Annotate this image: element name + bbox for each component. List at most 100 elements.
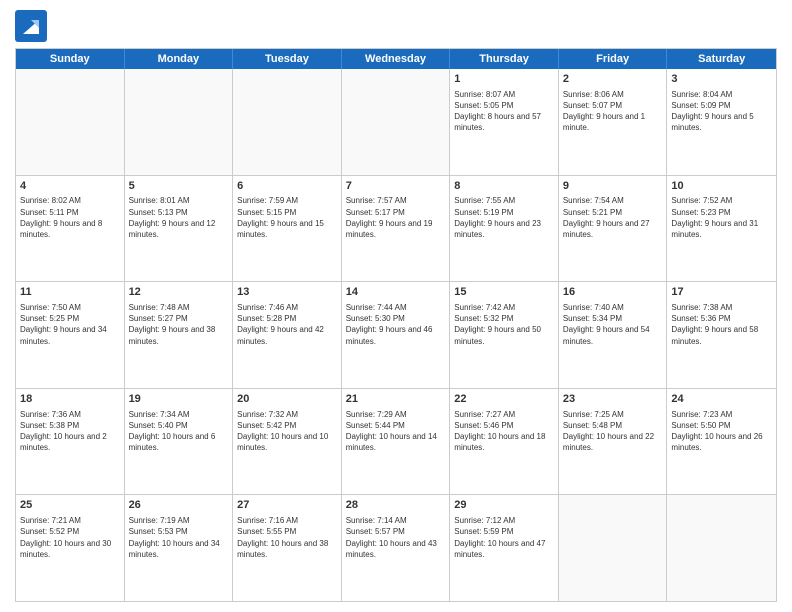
- cell-info: Sunrise: 7:19 AM Sunset: 5:53 PM Dayligh…: [129, 515, 229, 560]
- calendar-week-5: 25 Sunrise: 7:21 AM Sunset: 5:52 PM Dayli…: [16, 495, 776, 601]
- weekday-header: Monday: [125, 49, 234, 69]
- calendar-week-3: 11 Sunrise: 7:50 AM Sunset: 5:25 PM Dayli…: [16, 282, 776, 389]
- calendar-cell: 4Sunrise: 8:02 AM Sunset: 5:11 PM Daylig…: [16, 176, 125, 282]
- cell-info: Sunrise: 8:07 AM Sunset: 5:05 PM Dayligh…: [454, 89, 554, 134]
- calendar-cell: 10Sunrise: 7:52 AM Sunset: 5:23 PM Dayli…: [667, 176, 776, 282]
- cell-info: Sunrise: 7:38 AM Sunset: 5:36 PM Dayligh…: [671, 302, 772, 347]
- calendar-cell: 16 Sunrise: 7:40 AM Sunset: 5:34 PM Dayli…: [559, 282, 668, 388]
- calendar-cell: 7Sunrise: 7:57 AM Sunset: 5:17 PM Daylig…: [342, 176, 451, 282]
- cell-info: Sunrise: 7:25 AM Sunset: 5:48 PM Dayligh…: [563, 409, 663, 454]
- cell-day-number: 21: [346, 392, 446, 407]
- cell-info: Sunrise: 7:46 AM Sunset: 5:28 PM Dayligh…: [237, 302, 337, 347]
- cell-day-number: 1: [454, 72, 554, 87]
- calendar-cell: 27Sunrise: 7:16 AM Sunset: 5:55 PM Dayli…: [233, 495, 342, 601]
- cell-day-number: 9: [563, 179, 663, 194]
- cell-info: Sunrise: 7:55 AM Sunset: 5:19 PM Dayligh…: [454, 195, 554, 240]
- cell-info: Sunrise: 7:52 AM Sunset: 5:23 PM Dayligh…: [671, 195, 772, 240]
- cell-info: Sunrise: 7:40 AM Sunset: 5:34 PM Dayligh…: [563, 302, 663, 347]
- cell-day-number: 7: [346, 179, 446, 194]
- cell-info: Sunrise: 7:42 AM Sunset: 5:32 PM Dayligh…: [454, 302, 554, 347]
- cell-day-number: 6: [237, 179, 337, 194]
- cell-info: Sunrise: 7:50 AM Sunset: 5:25 PM Dayligh…: [20, 302, 120, 347]
- cell-day-number: 22: [454, 392, 554, 407]
- calendar-cell: 9Sunrise: 7:54 AM Sunset: 5:21 PM Daylig…: [559, 176, 668, 282]
- cell-day-number: 24: [671, 392, 772, 407]
- weekday-header: Tuesday: [233, 49, 342, 69]
- calendar-cell: 8Sunrise: 7:55 AM Sunset: 5:19 PM Daylig…: [450, 176, 559, 282]
- cell-info: Sunrise: 7:54 AM Sunset: 5:21 PM Dayligh…: [563, 195, 663, 240]
- cell-info: Sunrise: 7:14 AM Sunset: 5:57 PM Dayligh…: [346, 515, 446, 560]
- cell-day-number: 11: [20, 285, 120, 300]
- calendar-cell: 13 Sunrise: 7:46 AM Sunset: 5:28 PM Dayli…: [233, 282, 342, 388]
- calendar-cell: 6Sunrise: 7:59 AM Sunset: 5:15 PM Daylig…: [233, 176, 342, 282]
- header: [15, 10, 777, 42]
- calendar-cell: [16, 69, 125, 175]
- cell-info: Sunrise: 8:06 AM Sunset: 5:07 PM Dayligh…: [563, 89, 663, 134]
- cell-day-number: 16: [563, 285, 663, 300]
- calendar-cell: 12 Sunrise: 7:48 AM Sunset: 5:27 PM Dayli…: [125, 282, 234, 388]
- calendar-week-2: 4Sunrise: 8:02 AM Sunset: 5:11 PM Daylig…: [16, 176, 776, 283]
- calendar-cell: [667, 495, 776, 601]
- cell-info: Sunrise: 7:59 AM Sunset: 5:15 PM Dayligh…: [237, 195, 337, 240]
- cell-day-number: 8: [454, 179, 554, 194]
- cell-day-number: 19: [129, 392, 229, 407]
- cell-day-number: 13: [237, 285, 337, 300]
- calendar-cell: 19 Sunrise: 7:34 AM Sunset: 5:40 PM Dayli…: [125, 389, 234, 495]
- calendar-cell: 24 Sunrise: 7:23 AM Sunset: 5:50 PM Dayli…: [667, 389, 776, 495]
- cell-day-number: 29: [454, 498, 554, 513]
- cell-day-number: 26: [129, 498, 229, 513]
- calendar-cell: 11 Sunrise: 7:50 AM Sunset: 5:25 PM Dayli…: [16, 282, 125, 388]
- calendar-cell: [559, 495, 668, 601]
- calendar-cell: 3Sunrise: 8:04 AM Sunset: 5:09 PM Daylig…: [667, 69, 776, 175]
- calendar-cell: 25 Sunrise: 7:21 AM Sunset: 5:52 PM Dayli…: [16, 495, 125, 601]
- calendar-week-4: 18Sunrise: 7:36 AM Sunset: 5:38 PM Dayli…: [16, 389, 776, 496]
- calendar-cell: 14 Sunrise: 7:44 AM Sunset: 5:30 PM Dayli…: [342, 282, 451, 388]
- cell-day-number: 14: [346, 285, 446, 300]
- cell-day-number: 2: [563, 72, 663, 87]
- cell-info: Sunrise: 8:02 AM Sunset: 5:11 PM Dayligh…: [20, 195, 120, 240]
- calendar-cell: 22Sunrise: 7:27 AM Sunset: 5:46 PM Dayli…: [450, 389, 559, 495]
- cell-day-number: 10: [671, 179, 772, 194]
- cell-day-number: 5: [129, 179, 229, 194]
- cell-day-number: 23: [563, 392, 663, 407]
- calendar-cell: 29Sunrise: 7:12 AM Sunset: 5:59 PM Dayli…: [450, 495, 559, 601]
- weekday-header: Thursday: [450, 49, 559, 69]
- calendar-cell: 28 Sunrise: 7:14 AM Sunset: 5:57 PM Dayli…: [342, 495, 451, 601]
- cell-day-number: 20: [237, 392, 337, 407]
- cell-info: Sunrise: 7:44 AM Sunset: 5:30 PM Dayligh…: [346, 302, 446, 347]
- weekday-header: Wednesday: [342, 49, 451, 69]
- weekday-header: Friday: [559, 49, 668, 69]
- cell-day-number: 17: [671, 285, 772, 300]
- calendar-cell: 18Sunrise: 7:36 AM Sunset: 5:38 PM Dayli…: [16, 389, 125, 495]
- cell-day-number: 27: [237, 498, 337, 513]
- calendar-cell: 23 Sunrise: 7:25 AM Sunset: 5:48 PM Dayli…: [559, 389, 668, 495]
- cell-info: Sunrise: 7:48 AM Sunset: 5:27 PM Dayligh…: [129, 302, 229, 347]
- calendar-cell: 2 Sunrise: 8:06 AM Sunset: 5:07 PM Daylig…: [559, 69, 668, 175]
- calendar-body: 1 Sunrise: 8:07 AM Sunset: 5:05 PM Daylig…: [16, 69, 776, 601]
- weekday-header: Sunday: [16, 49, 125, 69]
- cell-day-number: 4: [20, 179, 120, 194]
- calendar-cell: 17 Sunrise: 7:38 AM Sunset: 5:36 PM Dayli…: [667, 282, 776, 388]
- calendar-cell: [342, 69, 451, 175]
- calendar-cell: 5Sunrise: 8:01 AM Sunset: 5:13 PM Daylig…: [125, 176, 234, 282]
- calendar-cell: 26 Sunrise: 7:19 AM Sunset: 5:53 PM Dayli…: [125, 495, 234, 601]
- logo-text: [15, 10, 49, 42]
- cell-day-number: 25: [20, 498, 120, 513]
- cell-info: Sunrise: 7:21 AM Sunset: 5:52 PM Dayligh…: [20, 515, 120, 560]
- cell-info: Sunrise: 7:32 AM Sunset: 5:42 PM Dayligh…: [237, 409, 337, 454]
- cell-day-number: 28: [346, 498, 446, 513]
- cell-info: Sunrise: 7:34 AM Sunset: 5:40 PM Dayligh…: [129, 409, 229, 454]
- logo-icon: [15, 10, 47, 42]
- logo: [15, 10, 49, 42]
- calendar-container: SundayMondayTuesdayWednesdayThursdayFrid…: [0, 0, 792, 612]
- cell-info: Sunrise: 8:04 AM Sunset: 5:09 PM Dayligh…: [671, 89, 772, 134]
- calendar-cell: 15Sunrise: 7:42 AM Sunset: 5:32 PM Dayli…: [450, 282, 559, 388]
- cell-info: Sunrise: 8:01 AM Sunset: 5:13 PM Dayligh…: [129, 195, 229, 240]
- calendar-cell: 1 Sunrise: 8:07 AM Sunset: 5:05 PM Daylig…: [450, 69, 559, 175]
- cell-day-number: 12: [129, 285, 229, 300]
- cell-info: Sunrise: 7:23 AM Sunset: 5:50 PM Dayligh…: [671, 409, 772, 454]
- calendar: SundayMondayTuesdayWednesdayThursdayFrid…: [15, 48, 777, 602]
- calendar-week-1: 1 Sunrise: 8:07 AM Sunset: 5:05 PM Daylig…: [16, 69, 776, 176]
- calendar-cell: [125, 69, 234, 175]
- calendar-cell: 21Sunrise: 7:29 AM Sunset: 5:44 PM Dayli…: [342, 389, 451, 495]
